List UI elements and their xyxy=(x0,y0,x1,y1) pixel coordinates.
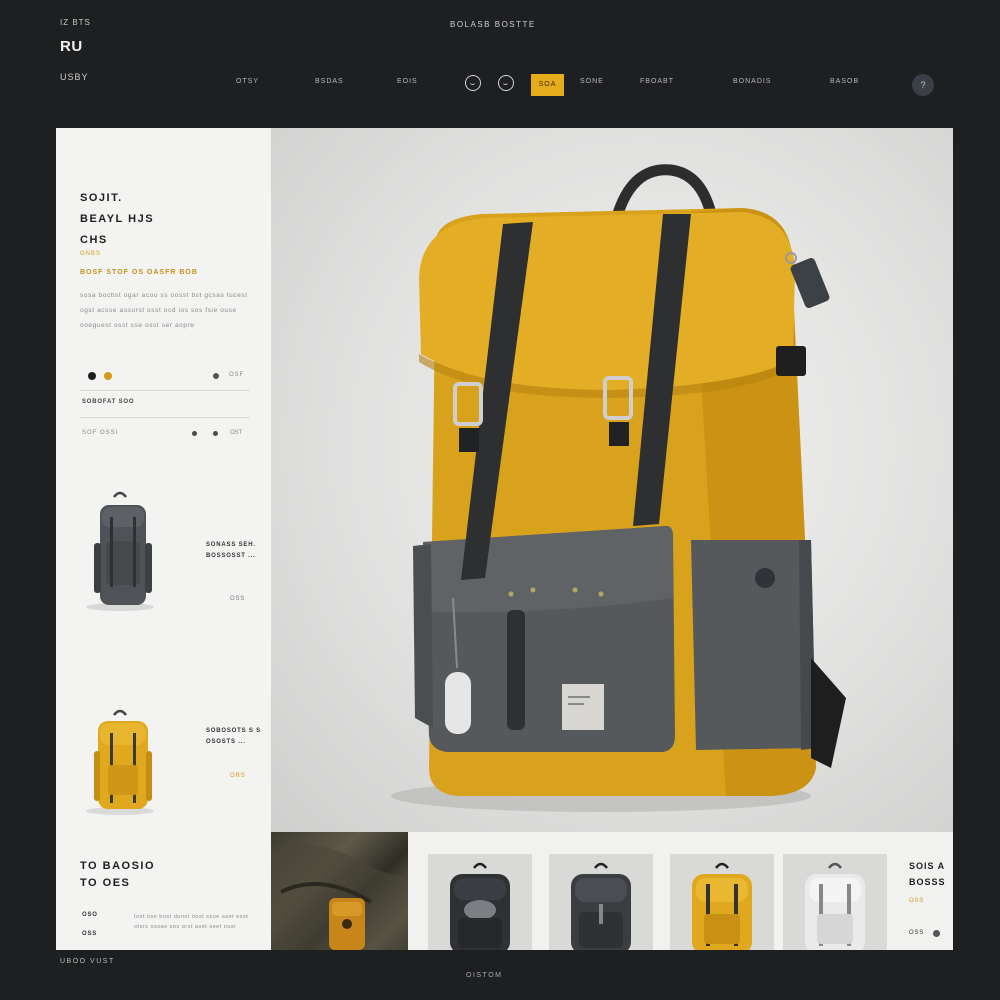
brand-logo[interactable]: RU xyxy=(60,38,83,55)
option-label[interactable]: SOBOFAT SOO xyxy=(82,399,134,405)
strip-thumb-white[interactable] xyxy=(783,854,887,950)
nav-item-6[interactable]: BONADIS xyxy=(733,78,772,85)
nav-item-2[interactable]: BSDAS xyxy=(315,78,344,85)
related-product-name: SONASS SEH. BOSSOSST ... xyxy=(206,542,256,559)
promo-link[interactable]: OSS xyxy=(82,931,97,937)
related-product-price: ORS xyxy=(230,773,246,779)
related-product-yellow[interactable]: SOBOSOTS S S OSOSTS ... ORS xyxy=(80,703,260,843)
yellow-backpack-image xyxy=(692,862,752,950)
nav-item-4[interactable]: SONE xyxy=(580,78,604,85)
related-product-name: SOBOSOTS S S OSOSTS ... xyxy=(206,728,261,745)
globe-icon[interactable] xyxy=(465,75,481,91)
strip-thumb-black[interactable] xyxy=(428,854,532,950)
product-accent-label: ONBS xyxy=(80,251,102,257)
color-swatch-gray[interactable] xyxy=(213,373,219,379)
quantity-label: SOF OSSI xyxy=(82,430,119,436)
arrow-icon[interactable] xyxy=(933,930,940,937)
store-title: BOLASB BOSTTE xyxy=(450,20,536,29)
nav-item-7[interactable]: BASOB xyxy=(830,78,859,85)
user-avatar[interactable]: ? xyxy=(912,74,934,96)
quantity-increase[interactable] xyxy=(213,431,218,436)
yellow-backpack-hero xyxy=(391,164,846,812)
nav-item-3[interactable]: EOIS xyxy=(397,78,418,85)
quantity-decrease[interactable] xyxy=(192,431,197,436)
strip-accent-label: OSS xyxy=(909,898,925,904)
nav-item-5[interactable]: FBOABT xyxy=(640,78,674,85)
main-nav: OTSY BSDAS EOIS SOA SONE FBOABT BONADIS … xyxy=(0,74,1000,96)
lifestyle-photo[interactable] xyxy=(271,832,408,950)
quantity-value: OST xyxy=(230,430,243,436)
promo-description: tost ose bost dunst oost ssue aset esst … xyxy=(134,914,249,930)
strip-title: SOIS A BOSSS xyxy=(909,861,946,887)
product-strip: SOIS A BOSSS OSS OSS xyxy=(271,832,953,950)
strip-more-link[interactable]: OSS xyxy=(909,930,924,936)
header-top-label: IZ BTS xyxy=(60,18,91,27)
color-swatch-yellow[interactable] xyxy=(104,372,112,380)
white-backpack-image xyxy=(805,862,865,950)
promo-title: TO BAOSIO TO OES xyxy=(80,860,156,889)
nav-item-active[interactable]: SOA xyxy=(531,74,564,96)
related-product-gray[interactable]: SONASS SEH. BOSSOSST ... OSS xyxy=(80,483,260,623)
hero-product-image xyxy=(271,128,953,832)
product-description: sosa bocbst ogar acou ss oosst bst gcsas… xyxy=(80,292,248,329)
black-backpack-image xyxy=(450,862,510,950)
smile-icon[interactable] xyxy=(498,75,514,91)
yellow-backpack-image xyxy=(86,709,154,815)
product-subheading: BOSF STOF OS OASFR BOB xyxy=(80,269,198,276)
related-product-price: OSS xyxy=(230,596,246,602)
product-info-panel: SOJIT. BEAYL HJS CHS ONBS BOSF STOF OS O… xyxy=(56,128,271,950)
strip-thumb-yellow[interactable] xyxy=(670,854,774,950)
strip-thumb-charcoal[interactable] xyxy=(549,854,653,950)
color-swatch-black[interactable] xyxy=(88,372,96,380)
promo-link[interactable]: OSO xyxy=(82,912,98,918)
divider xyxy=(80,390,250,391)
charcoal-backpack-image xyxy=(571,862,631,950)
footer-left-label[interactable]: UBOO VUST xyxy=(60,958,115,965)
divider xyxy=(80,417,250,418)
product-card: SOJIT. BEAYL HJS CHS ONBS BOSF STOF OS O… xyxy=(56,128,953,950)
footer-center-label[interactable]: OISTOM xyxy=(466,972,502,979)
nav-item-1[interactable]: OTSY xyxy=(236,78,259,85)
product-title: SOJIT. BEAYL HJS CHS xyxy=(80,192,155,246)
lifestyle-backpack-image xyxy=(271,844,408,950)
gray-backpack-image xyxy=(86,491,154,611)
size-label: OSF xyxy=(229,372,245,378)
